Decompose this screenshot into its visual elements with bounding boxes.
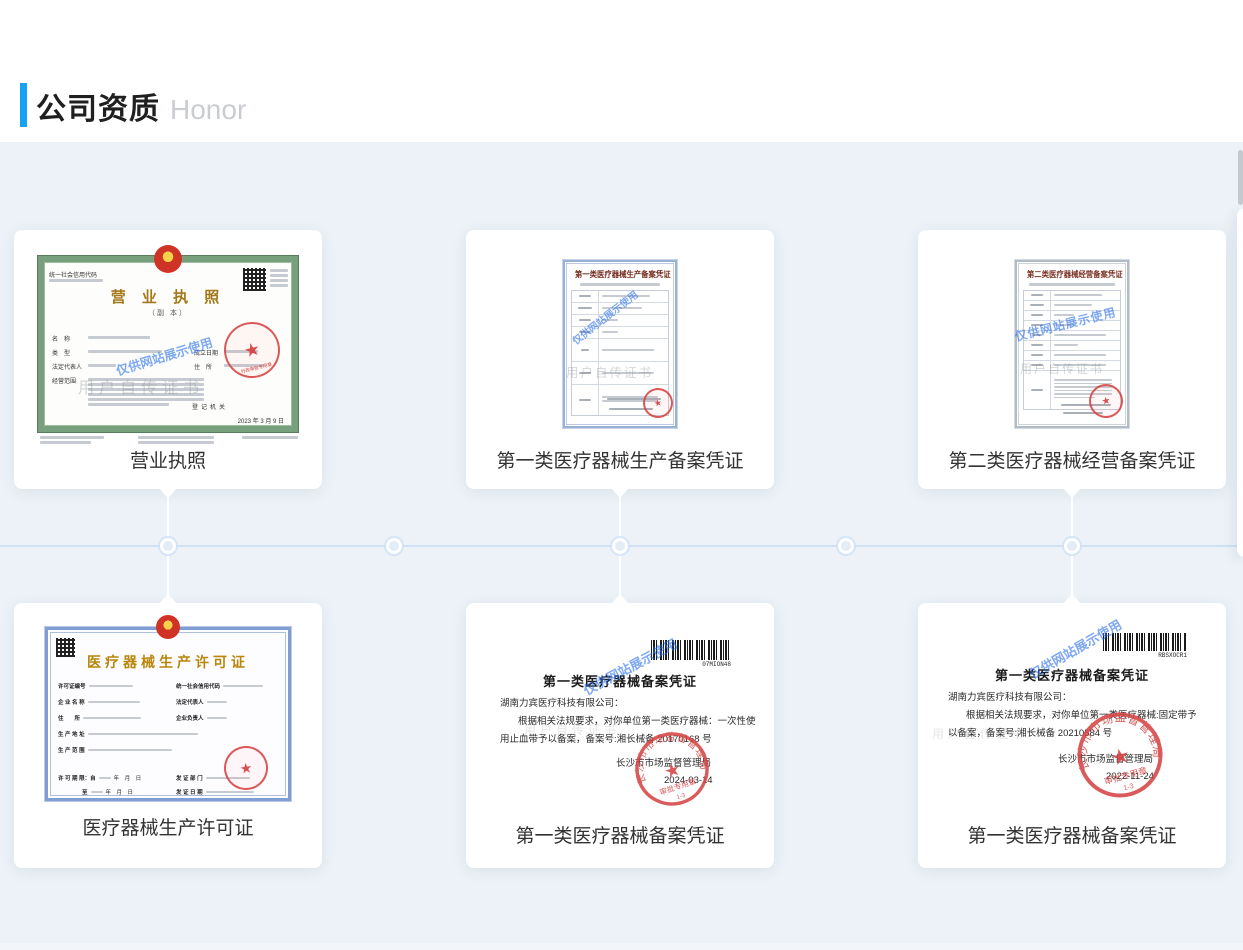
- doc-company-line: 湖南力宾医疗科技有限公司：: [948, 689, 1072, 703]
- field-value-placeholder: [88, 364, 116, 367]
- timeline-dot: [612, 538, 628, 554]
- certificate-card-production-license[interactable]: ★ 医疗器械生产许可证 许可证编号 统一社会信用代码 企 业 名 称 法定代表人…: [14, 603, 322, 868]
- row-label: 住 所: [58, 714, 80, 722]
- field-value-placeholder: [88, 336, 150, 339]
- page: { "header": { "title_zh": "公司资质", "title…: [0, 0, 1243, 950]
- seal-star-icon: ★: [1101, 395, 1112, 407]
- red-issuing-seal: ★: [221, 743, 271, 793]
- license-footer-text-lines: [138, 436, 214, 446]
- row-label: 至: [82, 788, 88, 796]
- row-label: 企 业 名 称: [58, 698, 85, 706]
- timeline-dot: [1064, 538, 1080, 554]
- field-name-label: 名 称: [52, 334, 70, 343]
- registrar-label: 登记机关: [192, 402, 228, 411]
- card-pointer-up: [611, 594, 629, 604]
- field-type-label: 类 型: [52, 348, 70, 357]
- cert-title: 第二类医疗器械经营备案凭证: [1027, 269, 1117, 280]
- class1-production-filing-image: 第一类医疗器械生产备案凭证 ★ 仅供网站展示使用 用户自传证书: [563, 260, 677, 428]
- barcode-code: 07MION48: [651, 661, 731, 668]
- card-pointer-down: [611, 488, 629, 498]
- card-pointer-down: [1063, 488, 1081, 498]
- seal-star-icon: ★: [653, 397, 663, 409]
- doc-body-line: 根据相关法规要求，对你单位第一类医疗器械：一次性使: [518, 713, 756, 727]
- card-pointer-up: [159, 594, 177, 604]
- barcode-code: RBSXOCR1: [1103, 652, 1187, 659]
- certificate-card-class2-operation-filing[interactable]: 第二类医疗器械经营备案凭证 ★ 仅供网站展示使用 用户自传证书 第二类医疗器械经…: [918, 230, 1226, 489]
- row-label: 统一社会信用代码: [176, 682, 220, 690]
- doc-company-line: 湖南力宾医疗科技有限公司：: [500, 695, 624, 709]
- red-approval-seal: ★ 行政审批专用章: [218, 316, 286, 384]
- business-license-image: ★ 统一社会信用代码 营 业 执 照 （副 本） 名 称 类 型 法定代表人 经…: [38, 256, 298, 432]
- timeline-dot: [838, 538, 854, 554]
- field-legal-rep-label: 法定代表人: [52, 362, 82, 371]
- ymd-text: 年 月 日: [114, 774, 142, 782]
- cert-title: 第一类医疗器械生产备案凭证: [575, 269, 665, 280]
- field-value-placeholder: [88, 350, 162, 353]
- doc-title: 第一类医疗器械备案凭证: [466, 671, 774, 690]
- svg-text:★: ★: [661, 758, 683, 783]
- row-label: 许可证编号: [58, 682, 86, 690]
- license-footer-text-lines: [40, 436, 104, 446]
- section-title-en: Honor: [170, 94, 246, 125]
- qr-code: [243, 268, 266, 291]
- timeline-dot: [386, 538, 402, 554]
- card-label: 第一类医疗器械备案凭证: [918, 821, 1226, 848]
- barcode: [651, 640, 731, 660]
- credit-code-label: 统一社会信用代码: [49, 270, 97, 279]
- filing-number-placeholder: [1029, 283, 1115, 286]
- license-date: 2023 年 3 月 9 日: [238, 416, 284, 425]
- certificate-card-class1-filing-2024[interactable]: 07MION48 第一类医疗器械备案凭证 湖南力宾医疗科技有限公司： 根据相关法…: [466, 603, 774, 868]
- qr-side-text-lines: [270, 269, 288, 289]
- license-footer-text-lines: [242, 436, 298, 441]
- row-label: 生 产 地 址: [58, 730, 85, 738]
- timeline-dot: [160, 538, 176, 554]
- certificate-card-class1-production-filing[interactable]: 第一类医疗器械生产备案凭证 ★ 仅供网站展示使用 用户自传证书 第一类医疗器械生…: [466, 230, 774, 489]
- field-address-label: 住 所: [194, 362, 212, 371]
- certificate-card-business-license[interactable]: ★ 统一社会信用代码 营 业 执 照 （副 本） 名 称 类 型 法定代表人 经…: [14, 230, 322, 489]
- barcode: [1103, 633, 1187, 651]
- ymd-text: 年 月 日: [106, 788, 134, 796]
- section-bottom-edge: [0, 943, 1243, 950]
- row-label: 发 证 日 期: [176, 788, 203, 796]
- license-title: 医疗器械生产许可证: [48, 652, 288, 672]
- field-founded-label: 成立日期: [194, 348, 218, 357]
- row-label: 发 证 部 门: [176, 774, 203, 782]
- seal-star-icon: ★: [242, 338, 263, 362]
- section-accent-bar: [20, 83, 27, 127]
- row-label: 生 产 范 围: [58, 746, 85, 754]
- scrollbar-thumb[interactable]: [1238, 150, 1243, 205]
- svg-text:1-3: 1-3: [1123, 783, 1135, 792]
- card-label: 第一类医疗器械备案凭证: [466, 821, 774, 848]
- row-label: 企业负责人: [176, 714, 204, 722]
- next-carousel-card-peek[interactable]: [1237, 208, 1243, 557]
- doc-title: 第一类医疗器械备案凭证: [918, 665, 1226, 684]
- card-pointer-down: [159, 488, 177, 498]
- section-title-zh: 公司资质: [36, 93, 160, 126]
- card-label: 营业执照: [14, 446, 322, 473]
- scope-text-lines: [88, 378, 204, 408]
- national-emblem-icon: ★: [154, 245, 182, 273]
- seal-caption: 行政审批专用章: [231, 359, 283, 377]
- row-label: 法定代表人: [176, 698, 204, 706]
- card-label: 第一类医疗器械生产备案凭证: [466, 446, 774, 473]
- license-subtitle: （副 本）: [44, 308, 292, 318]
- section-title: 公司资质 Honor: [36, 84, 246, 128]
- class2-operation-filing-image: 第二类医疗器械经营备案凭证 ★ 仅供网站展示使用 用户自传证书: [1015, 260, 1129, 428]
- svg-text:★: ★: [1108, 744, 1132, 771]
- certificate-card-class1-filing-2022[interactable]: RBSXOCR1 第一类医疗器械备案凭证 湖南力宾医疗科技有限公司： 根据相关法…: [918, 603, 1226, 868]
- card-label: 医疗器械生产许可证: [14, 813, 322, 840]
- card-label: 第二类医疗器械经营备案凭证: [918, 446, 1226, 473]
- national-emblem-icon: ★: [156, 615, 180, 639]
- row-label: 许 可 期 限：自: [58, 774, 96, 782]
- production-license-image: ★ 医疗器械生产许可证 许可证编号 统一社会信用代码 企 业 名 称 法定代表人…: [45, 627, 291, 801]
- seal-star-icon: ★: [239, 759, 254, 778]
- card-pointer-up: [1063, 594, 1081, 604]
- credit-code-placeholder: [49, 279, 103, 282]
- filing-number-placeholder: [580, 283, 660, 286]
- field-scope-label: 经营范围: [52, 376, 76, 385]
